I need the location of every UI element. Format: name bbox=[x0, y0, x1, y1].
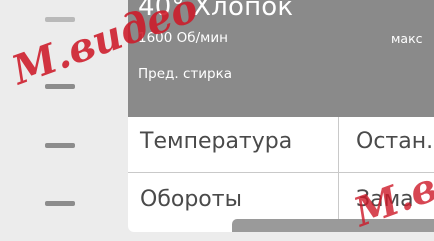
side-button-1[interactable] bbox=[45, 17, 75, 22]
spin-speed-value: 1600 Об/мин bbox=[138, 30, 228, 46]
display-panel: 40° Хлопок 1600 Об/мин макс Пред. стирка… bbox=[128, 0, 434, 232]
menu-column-divider bbox=[338, 117, 339, 232]
menu-item-stop[interactable]: Остан. bbox=[356, 129, 433, 154]
side-button-2[interactable] bbox=[45, 84, 75, 89]
program-name: 40° Хлопок bbox=[138, 0, 294, 22]
page-indicator: 1/2 bbox=[207, 220, 224, 231]
program-header[interactable]: 40° Хлопок 1600 Об/мин макс Пред. стирка bbox=[128, 0, 434, 117]
menu-item-spin[interactable]: Обороты bbox=[140, 187, 242, 212]
washer-display: 40° Хлопок 1600 Об/мин макс Пред. стирка… bbox=[0, 0, 434, 241]
menu-item-lock[interactable]: Зама bbox=[356, 187, 414, 212]
menu-item-temperature[interactable]: Температура bbox=[140, 129, 292, 154]
prewash-option[interactable]: Пред. стирка bbox=[138, 66, 232, 82]
side-button-4[interactable] bbox=[45, 201, 75, 206]
menu-divider bbox=[128, 172, 434, 173]
max-load-label: макс bbox=[391, 31, 423, 46]
side-button-3[interactable] bbox=[45, 143, 75, 148]
page-indicator-bar bbox=[232, 219, 434, 232]
